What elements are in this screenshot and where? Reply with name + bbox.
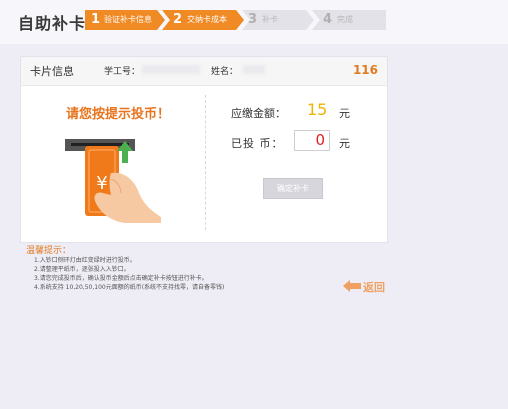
amount-due-value: 15 [307, 100, 328, 119]
inserted-amount-value: 0 [315, 131, 325, 149]
insert-money-illustration: ¥ [65, 137, 161, 227]
section-divider [205, 95, 206, 230]
inserted-amount-display: 0 [294, 130, 330, 151]
tips-title: 温馨提示： [26, 246, 72, 256]
step-4-label: 完成 [337, 15, 353, 24]
step-1-label: 验证补卡信息 [104, 15, 152, 24]
header-bar: 自助补卡: 1 验证补卡信息 2 交纳卡成本 3 补卡 4 完成 [0, 0, 508, 44]
svg-text:¥: ¥ [96, 173, 107, 194]
card-info-header: 卡片信息 学工号： 姓名： 116 [21, 57, 387, 86]
tip-item: 3.请您完成投币后，确认投币金额后点击确定补卡按钮进行补卡。 [34, 275, 208, 282]
back-label: 返回 [363, 281, 385, 294]
step-3-label: 补卡 [262, 15, 278, 24]
back-arrow-icon [343, 280, 361, 292]
tip-item: 1.入钞口侧环灯由红变绿时进行投币。 [34, 257, 136, 264]
inserted-amount-unit: 元 [339, 137, 350, 150]
countdown-timer: 116 [352, 63, 378, 77]
confirm-reissue-button[interactable]: 确定补卡 [263, 178, 323, 199]
step-2-label: 交纳卡成本 [187, 15, 227, 24]
step-1-number: 1 [91, 12, 101, 27]
tips-list: 1.入钞口侧环灯由红变绿时进行投币。 2.请整理平纸币，逐张投入入钞口。 3.请… [34, 256, 224, 292]
step-2-number: 2 [173, 12, 183, 27]
name-label: 姓名： [211, 67, 239, 77]
name-value-redacted [243, 65, 265, 74]
app-title: 自助补卡: [18, 14, 94, 33]
step-4-number: 4 [323, 12, 333, 27]
step-3-number: 3 [248, 12, 258, 27]
amount-due-label: 应缴金额： [231, 107, 286, 120]
staff-id-value-redacted [142, 65, 200, 74]
staff-id-label: 学工号： [104, 67, 141, 77]
amount-due-unit: 元 [339, 107, 350, 120]
insert-coin-prompt: 请您按提示投币！ [66, 107, 171, 122]
card-info-title: 卡片信息 [30, 65, 74, 78]
tip-item: 4.系统支持 10,20,50,100元面额的纸币(系统不支持找零，请自备零钱) [34, 284, 225, 291]
tip-item: 2.请整理平纸币，逐张投入入钞口。 [34, 266, 130, 273]
payment-card: 卡片信息 学工号： 姓名： 116 请您按提示投币！ ¥ 应缴金额： 15 元 … [20, 56, 388, 243]
inserted-amount-label: 已投 币： [231, 137, 284, 150]
